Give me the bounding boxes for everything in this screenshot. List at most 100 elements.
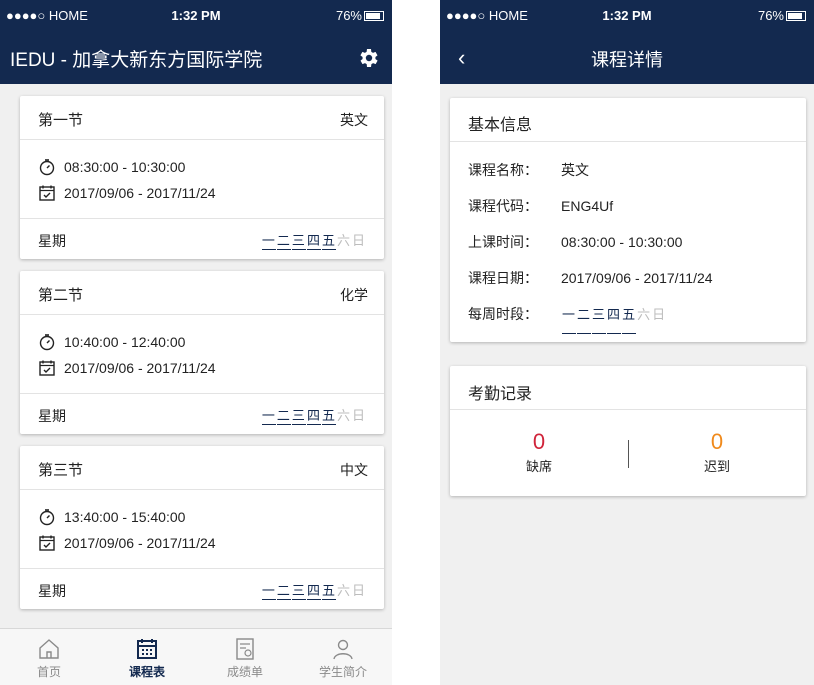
basic-info-heading: 基本信息 <box>468 117 533 134</box>
weekday-tue: 二 <box>276 405 291 425</box>
detail-content: 基本信息 课程名称： 英文 课程代码： ENG4Uf 上课时间： 08:30:00 -… <box>440 84 814 685</box>
weekday-tue: 二 <box>276 230 291 250</box>
course-card[interactable]: 第二节 化学 10:40:00 - 12:40:00 2017/09/06 - … <box>20 271 384 434</box>
home-icon <box>39 639 59 659</box>
weekday-sun: 日 <box>351 583 366 598</box>
stopwatch-icon <box>39 159 55 176</box>
report-icon <box>236 638 254 660</box>
period-label: 第一节 <box>38 112 84 129</box>
weekday-wed: 三 <box>291 580 306 600</box>
attendance-stats: 0 缺席 0 迟到 <box>450 410 806 496</box>
tab-grades-label: 成绩单 <box>226 665 263 679</box>
weekday-fri: 五 <box>321 405 336 425</box>
absent-stat[interactable]: 0 缺席 <box>450 410 628 496</box>
course-name-row: 课程名称： 英文 <box>450 152 806 188</box>
course-card[interactable]: 第三节 中文 13:40:00 - 15:40:00 2017/09/06 - … <box>20 446 384 609</box>
status-bar: ●●●●○ HOME 1:32 PM 76% <box>0 0 392 32</box>
calendar-icon <box>137 639 157 659</box>
late-stat[interactable]: 0 迟到 <box>628 410 806 496</box>
weekday-fri: 五 <box>321 230 336 250</box>
clock-label: 1:32 PM <box>171 8 221 23</box>
weekday-sat: 六 <box>336 408 351 423</box>
course-card-body: 10:40:00 - 12:40:00 2017/09/06 - 2017/11… <box>20 315 384 394</box>
tab-schedule[interactable]: 课程表 <box>98 629 196 685</box>
schedule-screen: ●●●●○ HOME 1:32 PM 76% IEDU - 加拿大新东方国际学院… <box>0 0 392 685</box>
page-title: 课程详情 <box>591 50 663 70</box>
course-card-footer: 星期 一二三四五六日 <box>20 219 384 259</box>
weekday-label: 星期 <box>38 583 66 599</box>
weekday-label: 星期 <box>38 408 66 424</box>
weekday-label: 星期 <box>38 233 66 249</box>
course-card-body: 08:30:00 - 10:30:00 2017/09/06 - 2017/11… <box>20 140 384 219</box>
weekday-selector: 一二三四五六日 <box>561 307 666 334</box>
class-time-label: 上课时间： <box>468 234 538 250</box>
weekday-mon: 一 <box>261 230 276 250</box>
stopwatch-icon <box>39 334 55 351</box>
course-code-value: ENG4Uf <box>561 198 614 214</box>
basic-info-card: 基本信息 课程名称： 英文 课程代码： ENG4Uf 上课时间： 08:30:00 -… <box>450 98 806 342</box>
battery-indicator: 76% <box>336 8 384 23</box>
weekday-selector: 一二三四五六日 <box>261 405 366 425</box>
attendance-header: 考勤记录 <box>450 366 806 410</box>
course-card-header: 第二节 化学 <box>20 271 384 315</box>
basic-info-body: 课程名称： 英文 课程代码： ENG4Uf 上课时间： 08:30:00 - 10:3… <box>450 142 806 342</box>
gear-icon[interactable] <box>356 46 380 70</box>
weekday-selector: 一二三四五六日 <box>261 580 366 600</box>
course-date: 2017/09/06 - 2017/11/24 <box>64 535 216 551</box>
battery-icon <box>364 11 384 21</box>
calendar-check-icon <box>39 185 55 201</box>
weekday-tue: 二 <box>276 580 291 600</box>
weekday-selector: 一二三四五六日 <box>261 230 366 250</box>
tab-home[interactable]: 首页 <box>0 629 98 685</box>
class-time-value: 08:30:00 - 10:30:00 <box>561 234 683 250</box>
tab-profile[interactable]: 学生简介 <box>294 629 392 685</box>
course-card-header: 第一节 英文 <box>20 96 384 140</box>
weekly-slot-label: 每周时段： <box>468 306 538 322</box>
weekly-slot-row: 每周时段： 一二三四五六日 <box>450 296 806 334</box>
course-card[interactable]: 第一节 英文 08:30:00 - 10:30:00 2017/09/06 - … <box>20 96 384 259</box>
attendance-heading: 考勤记录 <box>468 386 533 403</box>
detail-header: ‹ 课程详情 <box>440 32 814 84</box>
course-card-footer: 星期 一二三四五六日 <box>20 569 384 609</box>
tab-grades[interactable]: 成绩单 <box>196 629 294 685</box>
weekday-sat: 六 <box>637 307 652 322</box>
app-title: IEDU - 加拿大新东方国际学院 <box>10 50 263 71</box>
course-card-footer: 星期 一二三四五六日 <box>20 394 384 434</box>
weekday-mon: 一 <box>261 580 276 600</box>
app-header: IEDU - 加拿大新东方国际学院 <box>0 32 392 84</box>
course-card-body: 13:40:00 - 15:40:00 2017/09/06 - 2017/11… <box>20 490 384 569</box>
late-count: 0 <box>710 429 724 454</box>
weekday-mon: 一 <box>562 297 577 334</box>
weekday-fri: 五 <box>622 297 637 334</box>
battery-icon <box>786 11 806 21</box>
course-date-row: 课程日期： 2017/09/06 - 2017/11/24 <box>450 260 806 296</box>
tab-bar: 首页 课程表 成绩单 学生简介 <box>0 628 392 685</box>
weekday-sat: 六 <box>336 583 351 598</box>
basic-info-header: 基本信息 <box>450 98 806 142</box>
weekday-thu: 四 <box>306 230 321 250</box>
weekday-sun: 日 <box>351 233 366 248</box>
battery-indicator: 76% <box>758 8 806 23</box>
weekday-wed: 三 <box>291 230 306 250</box>
weekday-sat: 六 <box>336 233 351 248</box>
weekday-sun: 日 <box>652 307 667 322</box>
absent-count: 0 <box>532 429 546 454</box>
stopwatch-icon <box>39 509 55 526</box>
tab-schedule-label: 课程表 <box>128 665 165 679</box>
calendar-check-icon <box>39 360 55 376</box>
course-detail-screen: ●●●●○ HOME 1:32 PM 76% ‹ 课程详情 基本信息 课程名称：… <box>440 0 814 685</box>
course-code-row: 课程代码： ENG4Uf <box>450 188 806 224</box>
tab-profile-label: 学生简介 <box>318 665 367 679</box>
course-date: 2017/09/06 - 2017/11/24 <box>64 185 216 201</box>
weekday-thu: 四 <box>306 580 321 600</box>
tab-home-label: 首页 <box>36 665 61 679</box>
course-time: 13:40:00 - 15:40:00 <box>64 509 186 525</box>
course-list: 第一节 英文 08:30:00 - 10:30:00 2017/09/06 - … <box>0 84 392 685</box>
course-name-value: 英文 <box>561 162 589 178</box>
course-date-label: 课程日期： <box>468 270 538 286</box>
course-code-label: 课程代码： <box>468 198 538 214</box>
subject-label: 化学 <box>340 287 368 303</box>
course-time: 08:30:00 - 10:30:00 <box>64 159 186 175</box>
course-name-label: 课程名称： <box>468 162 538 178</box>
calendar-check-icon <box>39 535 55 551</box>
